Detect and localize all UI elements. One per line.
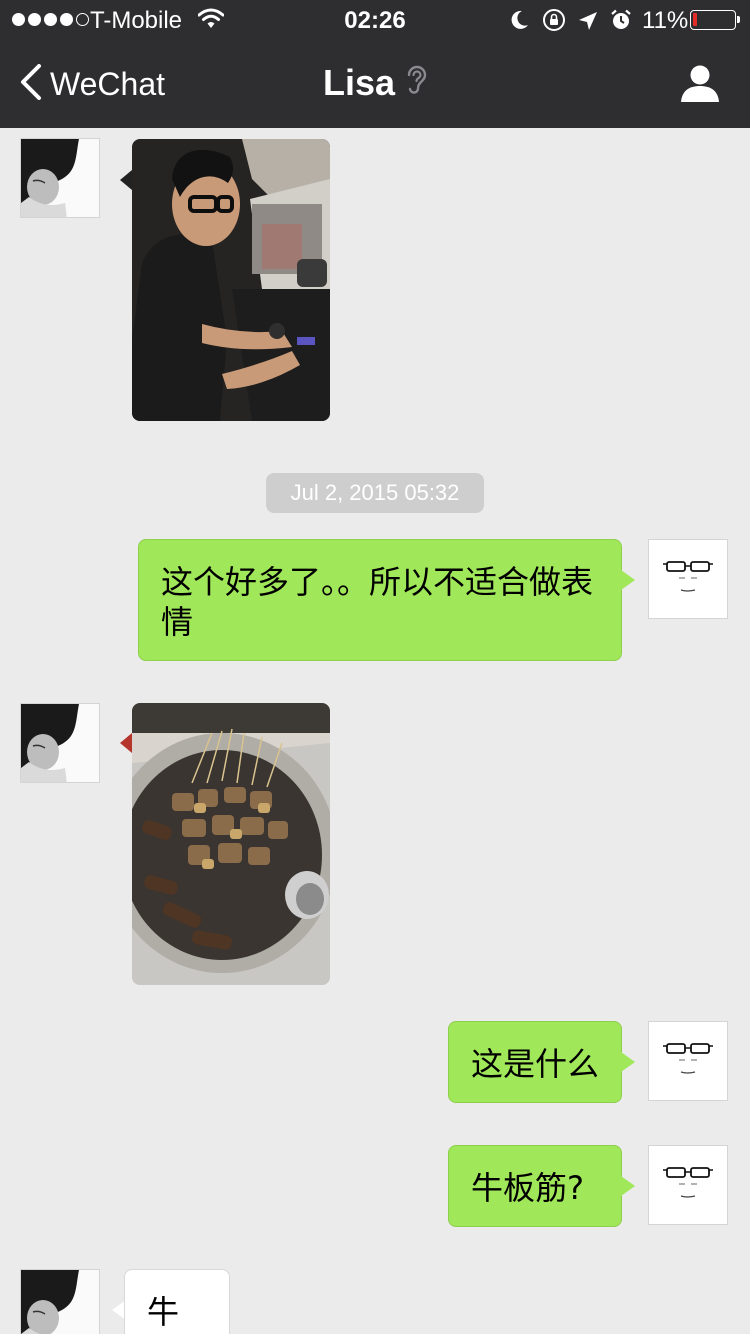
contact-avatar[interactable] [20,1269,100,1334]
my-avatar[interactable] [648,539,728,619]
battery-percent: 11% [642,7,689,34]
chat-title: Lisa [0,62,750,104]
message-text: 这个好多了。。所以不适合做表情 [161,563,594,641]
battery-level-fill [693,13,697,26]
rotation-lock-icon [542,8,566,39]
timestamp-divider: Jul 2, 2015 05:32 [266,473,484,513]
message-text: 这是什么 [471,1045,600,1083]
alarm-icon [610,9,632,38]
message-bubble-outgoing[interactable]: 这个好多了。。所以不适合做表情 [138,539,622,661]
message-bubble-outgoing[interactable]: 这是什么 [448,1021,622,1103]
my-avatar[interactable] [648,1021,728,1101]
image-message-driver[interactable] [132,139,330,421]
battery-icon [690,10,740,30]
chat-area[interactable]: Jul 2, 2015 05:32 这个好多了。。所以不适合做表情 这是什么 牛… [0,128,750,1334]
message-text: 牛杂 [147,1293,180,1334]
ear-icon [405,62,427,104]
image-message-skewers[interactable] [132,703,330,985]
nav-bar: WeChat Lisa [0,40,750,128]
status-bar: T-Mobile 02:26 11% [0,0,750,40]
location-arrow-icon [578,10,598,38]
contact-avatar[interactable] [20,703,100,783]
contact-name: Lisa [322,62,396,103]
header: T-Mobile 02:26 11% WeChat Lisa [0,0,750,128]
contact-profile-button[interactable] [680,64,720,109]
status-time: 02:26 [344,7,406,34]
message-bubble-outgoing[interactable]: 牛板筋? [448,1145,622,1227]
my-avatar[interactable] [648,1145,728,1225]
contact-avatar[interactable] [20,138,100,218]
message-text: 牛板筋? [471,1169,584,1207]
message-bubble-incoming[interactable]: 牛杂 [124,1269,230,1334]
moon-icon [508,9,530,38]
profile-icon [680,65,720,108]
